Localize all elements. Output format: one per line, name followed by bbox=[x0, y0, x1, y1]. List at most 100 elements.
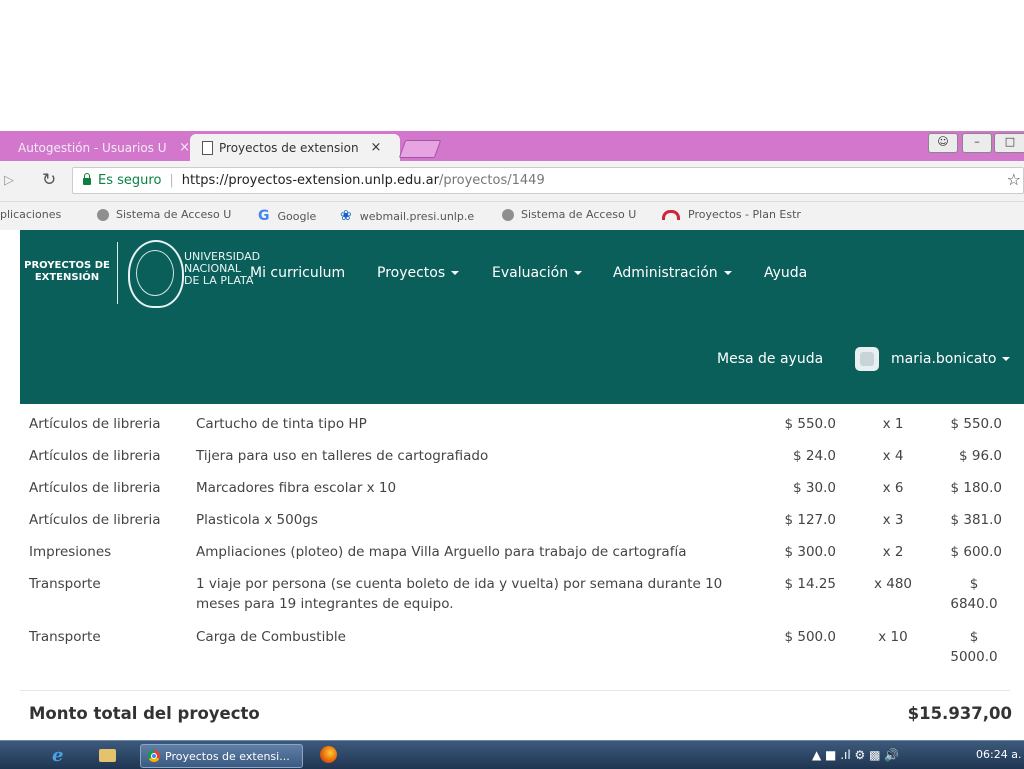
category-cell: Transporte bbox=[29, 629, 101, 645]
nav-label: Ayuda bbox=[764, 265, 808, 281]
address-bar[interactable]: Es seguro | https://proyectos-extension.… bbox=[72, 167, 1024, 194]
bookmark-apps[interactable]: plicaciones bbox=[0, 208, 61, 221]
category-cell: Artículos de libreria bbox=[29, 512, 161, 528]
category-cell: Artículos de libreria bbox=[29, 416, 161, 432]
user-menu[interactable]: maria.bonicato bbox=[891, 351, 1011, 367]
site-logo[interactable]: PROYECTOS DE EXTENSIÓN bbox=[20, 260, 114, 284]
help-desk-link[interactable]: Mesa de ayuda bbox=[717, 351, 823, 367]
price-cell: $ 30.0 bbox=[793, 480, 836, 496]
google-icon: G bbox=[258, 208, 270, 224]
price-cell: $ 300.0 bbox=[784, 544, 836, 560]
site-header: PROYECTOS DE EXTENSIÓN UNIVERSIDAD NACIO… bbox=[20, 230, 1024, 404]
description-cell: Marcadores fibra escolar x 10 bbox=[196, 480, 397, 496]
quantity-cell: x 10 bbox=[878, 629, 908, 645]
minimize-button[interactable]: – bbox=[962, 133, 992, 153]
tab-strip: Autogestión - Usuarios U × Proyectos de … bbox=[0, 131, 1024, 161]
description-cell: 1 viaje por persona (se cuenta boleto de… bbox=[196, 576, 723, 612]
total-cell: $ 6840.0 bbox=[950, 576, 998, 612]
arc-icon bbox=[662, 209, 680, 220]
url-host: https://proyectos-extension.unlp.edu.ar bbox=[181, 173, 439, 188]
nav-label: Evaluación bbox=[492, 265, 569, 281]
caret-down-icon bbox=[451, 271, 460, 275]
brand-line-2: EXTENSIÓN bbox=[34, 272, 100, 283]
quantity-cell: x 6 bbox=[882, 480, 904, 496]
clock[interactable]: 06:24 a. bbox=[976, 748, 1021, 761]
description-cell: Plasticola x 500gs bbox=[196, 512, 318, 528]
quantity-cell: x 2 bbox=[882, 544, 904, 560]
price-cell: $ 24.0 bbox=[793, 448, 836, 464]
project-total-label: Monto total del proyecto bbox=[29, 704, 260, 723]
brand-line-1: PROYECTOS DE bbox=[24, 260, 110, 271]
bookmark-label: Sistema de Acceso U bbox=[116, 208, 232, 221]
nav-label: Proyectos bbox=[377, 265, 446, 281]
taskbar-task-label: Proyectos de extensi... bbox=[165, 749, 290, 763]
price-cell: $ 500.0 bbox=[784, 629, 836, 645]
total-cell: $ 180.0 bbox=[950, 480, 1002, 496]
chrome-icon bbox=[148, 750, 160, 762]
internet-explorer-icon[interactable]: e bbox=[52, 745, 63, 766]
tab-label: Autogestión - Usuarios U bbox=[18, 140, 167, 155]
bookmark-webmail[interactable]: ❀ webmail.presi.unlp.e bbox=[340, 208, 474, 224]
bookmark-siu-2[interactable]: Sistema de Acceso U bbox=[502, 208, 636, 221]
avatar[interactable] bbox=[855, 347, 879, 371]
bookmark-plan[interactable]: Proyectos - Plan Estr bbox=[662, 208, 801, 221]
table-divider bbox=[20, 690, 1010, 691]
description-cell: Cartucho de tinta tipo HP bbox=[196, 416, 367, 432]
project-total-value: $15.937,00 bbox=[907, 704, 1012, 723]
tab-autogestion[interactable]: Autogestión - Usuarios U × bbox=[0, 134, 190, 161]
profile-icon[interactable]: ☺ bbox=[928, 133, 958, 153]
browser-toolbar: ▷ ↻ Es seguro | https://proyectos-extens… bbox=[0, 161, 1024, 202]
university-seal-icon bbox=[128, 240, 184, 308]
quantity-cell: x 3 bbox=[882, 512, 904, 528]
caret-down-icon bbox=[723, 271, 732, 275]
close-icon[interactable]: × bbox=[371, 140, 382, 155]
siu-icon bbox=[502, 208, 514, 221]
total-cell: $ 550.0 bbox=[950, 416, 1002, 432]
bookmark-label: plicaciones bbox=[0, 208, 62, 221]
description-cell: Tijera para uso en talleres de cartograf… bbox=[196, 448, 489, 464]
siu-icon bbox=[97, 208, 109, 221]
file-explorer-icon[interactable] bbox=[99, 749, 116, 762]
quantity-cell: x 1 bbox=[882, 416, 904, 432]
bookmark-google[interactable]: G Google bbox=[258, 208, 316, 224]
bookmarks-bar: plicaciones Sistema de Acceso U G Google… bbox=[0, 202, 1024, 230]
system-tray[interactable]: ▲ ■ .ıl ⚙ ▩ 🔊 bbox=[812, 748, 899, 762]
price-cell: $ 127.0 bbox=[784, 512, 836, 528]
university-line-3: DE LA PLATA bbox=[184, 274, 254, 287]
address-separator: | bbox=[169, 173, 174, 188]
tab-proyectos-extension[interactable]: Proyectos de extension × bbox=[190, 134, 400, 161]
nav-label: Mi curriculum bbox=[250, 265, 346, 281]
lock-icon bbox=[83, 173, 91, 185]
nav-evaluacion[interactable]: Evaluación bbox=[492, 265, 583, 281]
nav-ayuda[interactable]: Ayuda bbox=[764, 265, 807, 281]
quantity-cell: x 4 bbox=[882, 448, 904, 464]
price-cell: $ 550.0 bbox=[784, 416, 836, 432]
reload-icon[interactable]: ↻ bbox=[42, 170, 56, 190]
caret-down-icon bbox=[574, 271, 583, 275]
description-cell: Carga de Combustible bbox=[196, 629, 346, 645]
bookmark-label: Google bbox=[277, 209, 317, 223]
brand-divider bbox=[117, 242, 118, 304]
nav-label: Administración bbox=[613, 265, 718, 281]
category-cell: Artículos de libreria bbox=[29, 480, 161, 496]
category-cell: Artículos de libreria bbox=[29, 448, 161, 464]
total-cell: $ 5000.0 bbox=[950, 629, 998, 665]
nav-administracion[interactable]: Administración bbox=[613, 265, 732, 281]
bookmark-siu-1[interactable]: Sistema de Acceso U bbox=[97, 208, 231, 221]
new-tab-button[interactable] bbox=[398, 140, 442, 158]
nav-proyectos[interactable]: Proyectos bbox=[377, 265, 460, 281]
taskbar-chrome-window[interactable]: Proyectos de extensi... bbox=[140, 744, 303, 768]
bookmark-star-icon[interactable]: ☆ bbox=[1007, 170, 1021, 189]
caret-down-icon bbox=[1002, 357, 1011, 361]
nav-mi-curriculum[interactable]: Mi curriculum bbox=[250, 265, 345, 281]
firefox-icon[interactable] bbox=[320, 746, 337, 763]
description-cell: Ampliaciones (ploteo) de mapa Villa Argu… bbox=[196, 544, 687, 560]
bookmark-label: webmail.presi.unlp.e bbox=[359, 209, 475, 223]
category-cell: Impresiones bbox=[29, 544, 112, 560]
close-icon[interactable]: × bbox=[179, 140, 190, 155]
total-cell: $ 600.0 bbox=[950, 544, 1002, 560]
category-cell: Transporte bbox=[29, 576, 101, 592]
forward-icon[interactable]: ▷ bbox=[4, 173, 14, 188]
price-cell: $ 14.25 bbox=[784, 576, 836, 592]
restore-button[interactable]: □ bbox=[994, 133, 1024, 153]
